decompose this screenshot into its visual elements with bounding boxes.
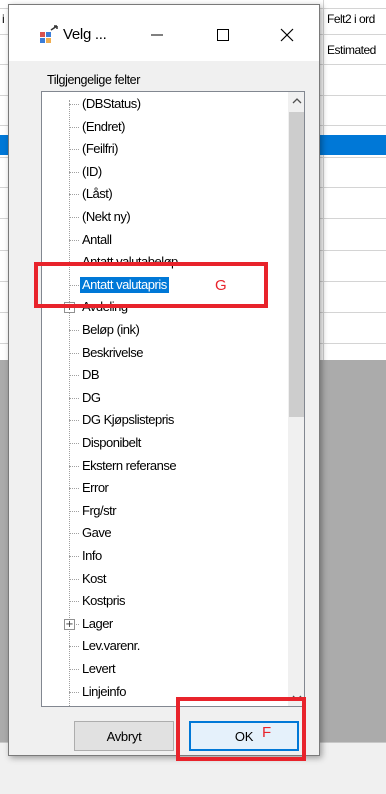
close-icon bbox=[280, 28, 294, 42]
app-icon bbox=[40, 25, 58, 43]
tree-item-label: (Låst) bbox=[82, 186, 113, 202]
tree-item[interactable]: Antall bbox=[42, 229, 288, 251]
background-cell-value[interactable]: Estimated bbox=[327, 43, 376, 57]
scroll-thumb[interactable] bbox=[289, 112, 304, 417]
background-row-marker: i bbox=[2, 12, 5, 26]
maximize-icon bbox=[217, 29, 229, 41]
tree-connector-line bbox=[69, 669, 79, 670]
tree-connector-line bbox=[69, 352, 79, 354]
tree-item-label: (Nekt ny) bbox=[82, 209, 131, 224]
tree-connector-line bbox=[69, 510, 79, 512]
tree-connector-line bbox=[69, 239, 79, 241]
dialog-title: Velg ... bbox=[63, 26, 107, 43]
tree-item[interactable]: DG bbox=[42, 387, 288, 409]
tree-item-label: (Feilfri) bbox=[82, 141, 118, 157]
annotation-label-f: F bbox=[262, 724, 272, 741]
tree-item-label: Linjeinfo bbox=[82, 683, 126, 699]
tree-item[interactable]: (Låst) bbox=[42, 183, 288, 205]
tree-item-label: Frg/str bbox=[82, 502, 117, 518]
tree-connector-line bbox=[69, 443, 79, 444]
tree-item[interactable]: (DBStatus) bbox=[42, 93, 288, 115]
tree-item[interactable]: + Lager bbox=[42, 613, 288, 635]
tree-item[interactable]: Frg/str bbox=[42, 500, 288, 522]
tree-item-label: Antall bbox=[82, 231, 112, 247]
tree-item-label: Gave bbox=[82, 525, 112, 541]
tree-item[interactable]: Ekstern referanse bbox=[42, 455, 288, 477]
tree-item-label: Error bbox=[82, 480, 109, 496]
tree-item[interactable]: Beskrivelse bbox=[42, 342, 288, 364]
tree-item[interactable]: (Feilfri) bbox=[42, 138, 288, 160]
tree-item[interactable]: Gave bbox=[42, 522, 288, 544]
tree-item-label: Lev.varenr. bbox=[82, 638, 140, 654]
close-button[interactable] bbox=[267, 19, 307, 51]
tree-connector-line bbox=[69, 465, 79, 467]
tree-item-label: (DBStatus) bbox=[82, 96, 141, 111]
vertical-scrollbar[interactable] bbox=[288, 92, 304, 706]
field-chooser-dialog: Velg ... Tilgjengelige felter (DBStatus)… bbox=[8, 4, 320, 756]
tree-connector-line bbox=[69, 104, 79, 105]
minimize-icon bbox=[151, 34, 163, 36]
maximize-button[interactable] bbox=[203, 19, 243, 51]
tree-item-label: Kost bbox=[82, 570, 107, 586]
tree-connector-line bbox=[69, 556, 79, 557]
tree-item[interactable]: DG Kjøpslistepris bbox=[42, 409, 288, 431]
tree-item-label: Levert bbox=[82, 661, 116, 676]
tree-item-label: DG Kjøpslistepris bbox=[82, 412, 174, 428]
tree-connector-line bbox=[69, 646, 79, 648]
tree-item-label: Beskrivelse bbox=[82, 344, 143, 360]
annotation-label-g: G bbox=[215, 277, 227, 294]
cancel-button[interactable]: Avbryt bbox=[74, 721, 174, 751]
tree-item-label: Lager bbox=[82, 615, 113, 631]
tree-item[interactable]: Error bbox=[42, 477, 288, 499]
annotation-box-f bbox=[176, 697, 306, 761]
tree-item-label: (Endret) bbox=[82, 118, 125, 134]
tree-connector-line bbox=[69, 578, 79, 580]
tree-item-label: DB bbox=[82, 367, 100, 383]
tree-connector-line bbox=[69, 601, 79, 603]
tree-item[interactable]: (Nekt ny) bbox=[42, 206, 288, 228]
tree-item-label: (ID) bbox=[82, 163, 102, 179]
expand-plus-icon[interactable]: + bbox=[64, 618, 75, 630]
tree-item[interactable]: Lev.varenr. bbox=[42, 635, 288, 657]
chevron-up-icon bbox=[292, 97, 301, 103]
tree-item[interactable]: (ID) bbox=[42, 161, 288, 183]
tree-connector-line bbox=[69, 488, 79, 490]
tree-connector-line bbox=[69, 194, 79, 196]
tree-connector-line bbox=[69, 217, 79, 218]
tree-item-label: Ekstern referanse bbox=[82, 457, 177, 473]
tree-item[interactable]: Disponibelt bbox=[42, 432, 288, 454]
grid-line bbox=[323, 0, 324, 360]
tree-item[interactable]: Kost bbox=[42, 568, 288, 590]
tree-connector-line bbox=[69, 126, 79, 128]
tree-item-label: Disponibelt bbox=[82, 435, 141, 450]
tree-item-label: DG bbox=[82, 389, 101, 405]
fields-tree: (DBStatus) (Endret) (Feilfri) (ID) (Låst) (Ne… bbox=[42, 92, 288, 706]
minimize-button[interactable] bbox=[137, 19, 177, 51]
tree-connector-line bbox=[69, 171, 79, 173]
tree-connector-line bbox=[69, 330, 79, 331]
tree-connector-line bbox=[69, 149, 79, 151]
scroll-up-button[interactable] bbox=[288, 92, 304, 109]
tree-item[interactable]: Kostpris bbox=[42, 590, 288, 612]
tree-connector-line bbox=[69, 533, 79, 535]
tree-item[interactable]: (Endret) bbox=[42, 116, 288, 138]
tree-connector-line bbox=[69, 691, 79, 693]
tree-item[interactable]: Levert bbox=[42, 658, 288, 680]
fields-tree-list[interactable]: (DBStatus) (Endret) (Feilfri) (ID) (Låst) (Ne… bbox=[41, 91, 305, 707]
tree-connector-line bbox=[69, 397, 79, 399]
tree-item-label: Kostpris bbox=[82, 593, 125, 609]
tree-item[interactable]: Info bbox=[42, 545, 288, 567]
tree-item-label: Beløp (ink) bbox=[82, 322, 140, 337]
tree-item[interactable]: Beløp (ink) bbox=[42, 319, 288, 341]
tree-connector-line bbox=[69, 375, 79, 377]
tree-item-label: Info bbox=[82, 548, 102, 563]
tree-connector-line bbox=[69, 420, 79, 422]
tree-item[interactable]: DB bbox=[42, 364, 288, 386]
annotation-box-g bbox=[34, 262, 268, 308]
available-fields-label: Tilgjengelige felter bbox=[47, 73, 140, 87]
background-column-header[interactable]: Felt2 i ord bbox=[327, 12, 375, 26]
dialog-titlebar[interactable]: Velg ... bbox=[9, 5, 319, 61]
